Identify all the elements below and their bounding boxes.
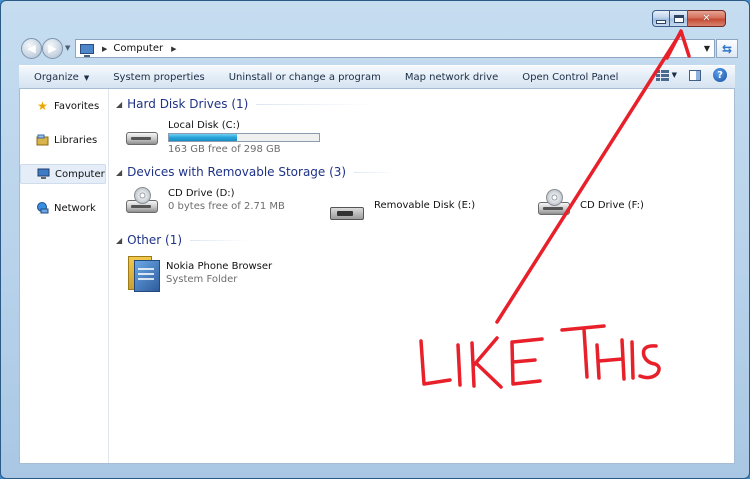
libraries-icon xyxy=(36,134,49,147)
sidebar-item-label: Computer xyxy=(55,168,105,180)
group-title: Hard Disk Drives (1) xyxy=(127,97,249,111)
refresh-button[interactable]: ⇆ xyxy=(716,39,738,58)
collapse-triangle-icon[interactable]: ◢ xyxy=(116,168,122,177)
sidebar-item-favorites[interactable]: ★ Favorites xyxy=(20,97,106,115)
drive-name: CD Drive (D:) xyxy=(168,188,235,199)
group-title: Other (1) xyxy=(127,233,183,247)
sidebar-item-label: Network xyxy=(54,202,96,214)
collapse-triangle-icon[interactable]: ◢ xyxy=(116,236,122,245)
removable-disk-icon xyxy=(330,195,366,223)
refresh-icon: ⇆ xyxy=(721,41,733,56)
network-icon xyxy=(36,202,49,215)
caption-buttons: ✕ xyxy=(652,10,726,27)
drive-free-space: 163 GB free of 298 GB xyxy=(168,144,281,155)
group-header-other[interactable]: ◢ Other (1) xyxy=(116,233,251,247)
chevron-down-icon: ▼ xyxy=(83,73,90,82)
file-list: ◢ Hard Disk Drives (1) Local Disk (C:) 1… xyxy=(116,89,734,463)
address-dropdown-icon[interactable]: ▼ xyxy=(704,44,710,53)
maximize-button[interactable] xyxy=(670,10,688,27)
sidebar-item-computer[interactable]: Computer xyxy=(20,164,106,184)
drive-item-removable-disk-e[interactable]: Removable Disk (E:) xyxy=(330,195,475,223)
forward-button[interactable]: ▶ xyxy=(42,38,63,59)
forward-arrow-icon: ▶ xyxy=(48,42,57,55)
explorer-window: ✕ ◀ ▶ ▼ ▶ Computer ▶ ▼ ⇆ Organize ▼ Syste… xyxy=(0,0,750,479)
group-divider xyxy=(190,239,251,241)
back-button[interactable]: ◀ xyxy=(21,38,42,59)
computer-icon xyxy=(37,168,50,181)
minimize-button[interactable] xyxy=(652,10,670,27)
view-options-dropdown[interactable]: ▼ xyxy=(672,71,677,79)
capacity-bar xyxy=(168,133,320,142)
computer-icon xyxy=(80,43,94,57)
help-icon[interactable]: ? xyxy=(713,68,727,82)
organize-button[interactable]: Organize ▼ xyxy=(19,72,101,83)
sidebar-item-network[interactable]: Network xyxy=(20,199,106,217)
hard-disk-icon xyxy=(124,119,160,147)
drive-free-space: 0 bytes free of 2.71 MB xyxy=(168,201,285,212)
view-controls: ▼ ? xyxy=(655,68,727,82)
organize-label: Organize xyxy=(34,71,79,83)
close-icon: ✕ xyxy=(702,13,711,24)
sidebar-item-label: Libraries xyxy=(54,134,98,146)
close-button[interactable]: ✕ xyxy=(688,10,726,27)
maximize-icon xyxy=(673,14,684,23)
breadcrumb-chevron-icon[interactable]: ▶ xyxy=(102,45,107,53)
change-view-icon[interactable] xyxy=(655,69,669,81)
collapse-triangle-icon[interactable]: ◢ xyxy=(116,100,122,109)
drive-item-local-disk-c[interactable]: Local Disk (C:) 163 GB free of 298 GB xyxy=(124,119,320,156)
drive-name: Removable Disk (E:) xyxy=(374,200,476,211)
preview-pane-icon[interactable] xyxy=(689,69,701,81)
system-properties-button[interactable]: System properties xyxy=(101,72,217,83)
sidebar-item-label: Favorites xyxy=(54,100,100,112)
content-area: ★ Favorites Libraries Computer Network ◢… xyxy=(19,88,735,464)
star-icon: ★ xyxy=(37,99,48,113)
group-divider xyxy=(354,171,395,173)
drive-item-cd-drive-d[interactable]: CD Drive (D:) 0 bytes free of 2.71 MB xyxy=(124,187,285,215)
recent-pages-dropdown[interactable]: ▼ xyxy=(65,44,70,52)
folder-name: Nokia Phone Browser xyxy=(166,261,273,272)
cd-drive-icon xyxy=(124,187,160,215)
nokia-folder-icon xyxy=(126,252,160,292)
navigation-pane: ★ Favorites Libraries Computer Network xyxy=(20,89,109,463)
open-control-panel-button[interactable]: Open Control Panel xyxy=(510,72,630,83)
drive-name: Local Disk (C:) xyxy=(168,120,240,131)
folder-type: System Folder xyxy=(166,274,238,285)
group-header-removable-storage[interactable]: ◢ Devices with Removable Storage (3) xyxy=(116,165,395,179)
drive-item-cd-drive-f[interactable]: CD Drive (F:) xyxy=(536,189,644,217)
cd-drive-icon xyxy=(536,189,572,217)
minimize-icon xyxy=(656,19,666,24)
sidebar-item-libraries[interactable]: Libraries xyxy=(20,131,106,149)
capacity-bar-fill xyxy=(169,134,237,141)
drive-name: CD Drive (F:) xyxy=(580,200,644,211)
command-bar: Organize ▼ System properties Uninstall or… xyxy=(19,65,735,89)
breadcrumb-computer[interactable]: Computer xyxy=(113,43,163,54)
uninstall-program-button[interactable]: Uninstall or change a program xyxy=(217,72,393,83)
back-arrow-icon: ◀ xyxy=(27,42,36,55)
group-title: Devices with Removable Storage (3) xyxy=(127,165,347,179)
group-divider xyxy=(256,103,377,105)
address-bar[interactable]: ▶ Computer ▶ ▼ xyxy=(75,39,715,58)
group-header-hard-disk-drives[interactable]: ◢ Hard Disk Drives (1) xyxy=(116,97,377,111)
navigation-bar: ◀ ▶ ▼ ▶ Computer ▶ ▼ ⇆ xyxy=(19,36,739,60)
folder-item-nokia-phone-browser[interactable]: Nokia Phone Browser System Folder xyxy=(126,252,272,292)
breadcrumb-chevron-icon[interactable]: ▶ xyxy=(171,45,176,53)
map-network-drive-button[interactable]: Map network drive xyxy=(393,72,510,83)
